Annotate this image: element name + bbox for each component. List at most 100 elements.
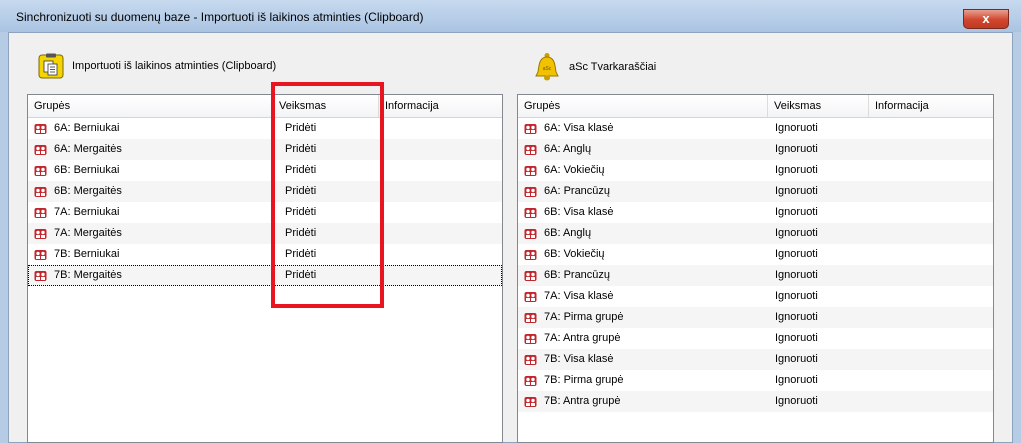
group-cell: 7B: Berniukai [34, 244, 119, 265]
list-item[interactable]: 7B: Antra grupė Ignoruoti [518, 391, 993, 412]
group-name: 6A: Berniukai [54, 122, 120, 134]
list-item[interactable]: 7A: Mergaitės Pridėti [28, 223, 502, 244]
group-name: 7B: Berniukai [54, 248, 120, 260]
group-icon [524, 207, 537, 218]
action-cell[interactable]: Ignoruoti [775, 244, 818, 265]
window-frame-right [1013, 32, 1021, 443]
group-name: 7A: Visa klasė [544, 290, 614, 302]
action-cell[interactable]: Ignoruoti [775, 307, 818, 328]
right-panel-title: aSc Tvarkaraščiai [569, 61, 657, 73]
list-item[interactable]: 6A: Prancūzų Ignoruoti [518, 181, 993, 202]
group-cell: 7B: Mergaitės [34, 265, 122, 286]
list-item[interactable]: 6A: Visa klasė Ignoruoti [518, 118, 993, 139]
group-name: 6A: Prancūzų [544, 185, 611, 197]
column-header-groups[interactable]: Grupės [28, 95, 273, 117]
group-cell: 6B: Visa klasė [524, 202, 614, 223]
list-item[interactable]: 7A: Visa klasė Ignoruoti [518, 286, 993, 307]
group-icon [34, 249, 47, 260]
list-item[interactable]: 6B: Prancūzų Ignoruoti [518, 265, 993, 286]
group-icon [34, 228, 47, 239]
group-cell: 7A: Mergaitės [34, 223, 122, 244]
group-icon [524, 249, 537, 260]
list-item[interactable]: 7B: Visa klasė Ignoruoti [518, 349, 993, 370]
list-item[interactable]: 6B: Visa klasė Ignoruoti [518, 202, 993, 223]
group-icon [34, 144, 47, 155]
action-cell[interactable]: Ignoruoti [775, 118, 818, 139]
group-icon [524, 312, 537, 323]
left-groups-list[interactable]: Grupės Veiksmas Informacija 6A: Berniuka… [27, 94, 503, 443]
action-cell[interactable]: Ignoruoti [775, 265, 818, 286]
close-icon: x [982, 11, 990, 26]
column-header-groups[interactable]: Grupės [518, 95, 768, 117]
group-name: 6A: Vokiečių [544, 164, 605, 176]
group-cell: 7A: Pirma grupė [524, 307, 623, 328]
group-name: 6B: Vokiečių [544, 248, 605, 260]
list-item[interactable]: 7A: Pirma grupė Ignoruoti [518, 307, 993, 328]
group-name: 6A: Mergaitės [54, 143, 122, 155]
group-name: 7A: Berniukai [54, 206, 120, 218]
group-icon [524, 228, 537, 239]
group-cell: 7B: Pirma grupė [524, 370, 623, 391]
group-icon [34, 123, 47, 134]
group-cell: 7A: Antra grupė [524, 328, 620, 349]
list-item[interactable]: 7B: Mergaitės Pridėti [28, 265, 502, 286]
list-item[interactable]: 6A: Anglų Ignoruoti [518, 139, 993, 160]
group-name: 7B: Visa klasė [544, 353, 614, 365]
action-cell[interactable]: Ignoruoti [775, 370, 818, 391]
bell-icon: aSc [535, 53, 559, 81]
column-header-info[interactable]: Informacija [869, 95, 993, 117]
group-name: 7A: Mergaitės [54, 227, 122, 239]
group-icon [524, 270, 537, 281]
column-header-action[interactable]: Veiksmas [768, 95, 869, 117]
group-icon [524, 354, 537, 365]
list-item[interactable]: 7B: Berniukai Pridėti [28, 244, 502, 265]
list-item[interactable]: 6B: Vokiečių Ignoruoti [518, 244, 993, 265]
left-panel-title: Importuoti iš laikinos atminties (Clipbo… [72, 60, 277, 72]
window-titlebar: Sinchronizuoti su duomenų baze - Importu… [0, 0, 1021, 32]
action-cell[interactable]: Ignoruoti [775, 139, 818, 160]
group-cell: 6B: Prancūzų [524, 265, 610, 286]
list-item[interactable]: 6A: Berniukai Pridėti [28, 118, 502, 139]
group-cell: 6A: Berniukai [34, 118, 119, 139]
group-name: 7B: Pirma grupė [544, 374, 624, 386]
group-name: 6B: Visa klasė [544, 206, 614, 218]
action-cell[interactable]: Ignoruoti [775, 181, 818, 202]
group-cell: 6A: Visa klasė [524, 118, 614, 139]
action-cell[interactable]: Ignoruoti [775, 160, 818, 181]
group-cell: 6A: Prancūzų [524, 181, 610, 202]
list-item[interactable]: 6A: Mergaitės Pridėti [28, 139, 502, 160]
list-item[interactable]: 7A: Antra grupė Ignoruoti [518, 328, 993, 349]
group-cell: 7A: Visa klasė [524, 286, 614, 307]
group-cell: 6A: Anglų [524, 139, 591, 160]
group-icon [524, 396, 537, 407]
action-cell[interactable]: Ignoruoti [775, 286, 818, 307]
group-icon [524, 144, 537, 155]
group-name: 7B: Mergaitės [54, 269, 122, 281]
group-cell: 6B: Berniukai [34, 160, 119, 181]
list-item[interactable]: 6A: Vokiečių Ignoruoti [518, 160, 993, 181]
action-cell[interactable]: Ignoruoti [775, 349, 818, 370]
column-header-info[interactable]: Informacija [379, 95, 502, 117]
highlight-annotation-box [271, 82, 384, 308]
group-name: 6B: Prancūzų [544, 269, 611, 281]
action-cell[interactable]: Ignoruoti [775, 202, 818, 223]
list-item[interactable]: 7B: Pirma grupė Ignoruoti [518, 370, 993, 391]
svg-text:aSc: aSc [543, 66, 552, 72]
list-item[interactable]: 6B: Berniukai Pridėti [28, 160, 502, 181]
list-item[interactable]: 6B: Mergaitės Pridėti [28, 181, 502, 202]
group-cell: 6A: Vokiečių [524, 160, 605, 181]
right-rows: 6A: Visa klasė Ignoruoti 6A: Anglų Ignoruot… [518, 118, 993, 412]
list-item[interactable]: 7A: Berniukai Pridėti [28, 202, 502, 223]
group-icon [524, 123, 537, 134]
group-icon [34, 207, 47, 218]
action-cell[interactable]: Ignoruoti [775, 328, 818, 349]
action-cell[interactable]: Ignoruoti [775, 391, 818, 412]
right-groups-list[interactable]: Grupės Veiksmas Informacija 6A: Visa kla… [517, 94, 994, 443]
group-icon [524, 333, 537, 344]
right-panel-header: aSc aSc Tvarkaraščiai [533, 52, 656, 82]
close-button[interactable]: x [963, 9, 1009, 29]
left-column-header: Grupės Veiksmas Informacija [28, 95, 502, 118]
action-cell[interactable]: Ignoruoti [775, 223, 818, 244]
group-cell: 6B: Mergaitės [34, 181, 122, 202]
list-item[interactable]: 6B: Anglų Ignoruoti [518, 223, 993, 244]
